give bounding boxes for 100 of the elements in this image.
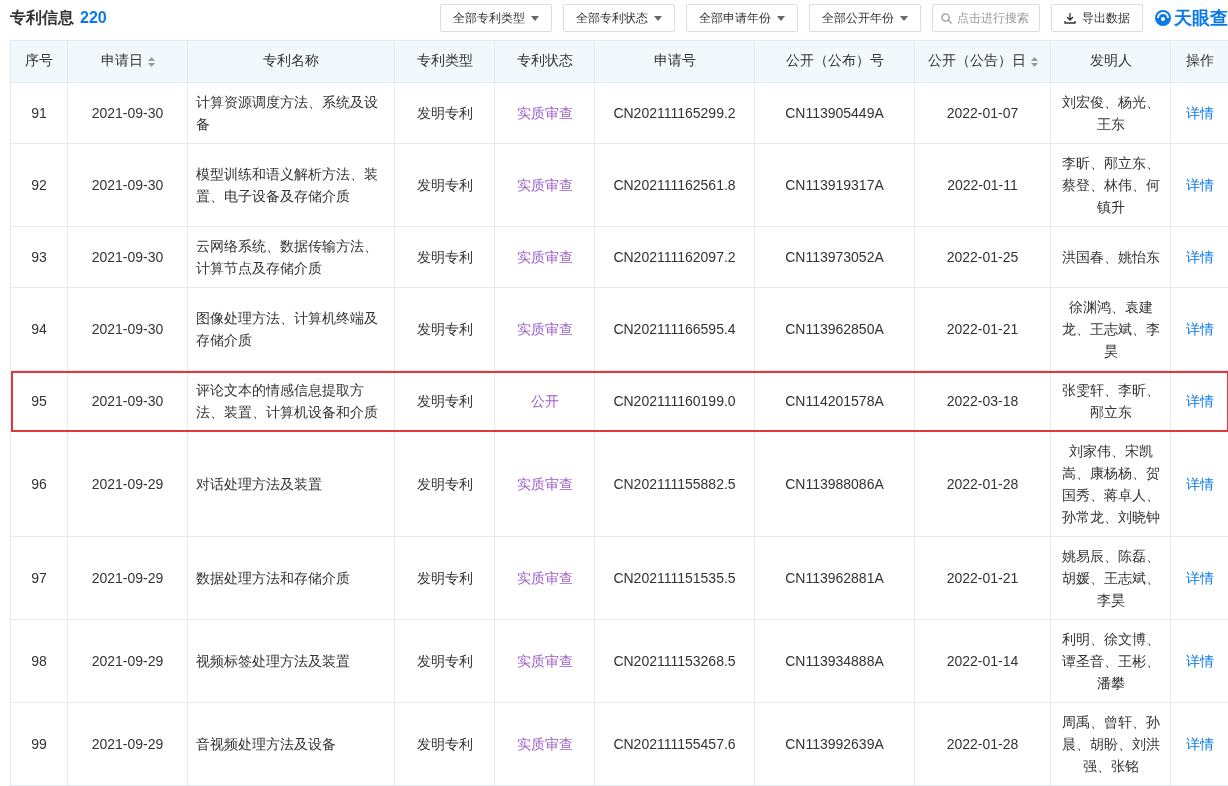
application-date: 2021-09-30: [91, 393, 164, 409]
application-number: CN202111166595.4: [613, 321, 736, 337]
publication-date: 2022-01-21: [946, 570, 1019, 586]
publication-number: CN113988086A: [785, 476, 884, 492]
publication-date: 2022-01-11: [947, 177, 1018, 193]
patent-status: 实质审查: [516, 105, 573, 121]
application-number: CN202111153268.5: [613, 653, 736, 669]
patent-status: 实质审查: [516, 736, 573, 752]
application-date: 2021-09-30: [91, 105, 164, 121]
application-date: 2021-09-30: [91, 321, 164, 337]
publication-number: CN113962850A: [785, 321, 884, 337]
publication-number: CN113905449A: [785, 105, 884, 121]
inventors: 刘家伟、宋凯嵩、康杨杨、贺国秀、蒋卓人、孙常龙、刘晓钟: [1061, 443, 1160, 525]
publication-date: 2022-01-07: [946, 105, 1019, 121]
details-link[interactable]: 详情: [1185, 105, 1214, 121]
row-number: 94: [31, 321, 47, 337]
patent-name: 评论文本的情感信息提取方法、装置、计算机设备和介质: [196, 382, 378, 420]
row-number: 97: [31, 570, 47, 586]
publication-number: CN113919317A: [785, 177, 884, 193]
details-link[interactable]: 详情: [1185, 249, 1214, 265]
patent-name: 对话处理方法及装置: [196, 476, 322, 492]
patent-type: 发明专利: [416, 249, 473, 265]
row-number: 98: [31, 653, 47, 669]
application-date: 2021-09-29: [91, 736, 164, 752]
filter-dropdown[interactable]: 全部公开年份: [809, 4, 921, 32]
details-link[interactable]: 详情: [1185, 393, 1214, 409]
publication-date: 2022-01-28: [946, 736, 1019, 752]
application-number: CN202111160199.0: [613, 393, 736, 409]
filter-dropdown[interactable]: 全部申请年份: [686, 4, 798, 32]
application-number: CN202111151535.5: [613, 570, 736, 586]
column-header: 发明人: [1050, 40, 1171, 83]
details-link[interactable]: 详情: [1185, 570, 1214, 586]
caret-icon: [654, 15, 662, 21]
publication-number: CN113992639A: [785, 736, 884, 752]
details-link[interactable]: 详情: [1185, 653, 1214, 669]
application-date: 2021-09-30: [91, 249, 164, 265]
patent-name: 数据处理方法和存储介质: [196, 570, 350, 586]
patent-name: 音视频处理方法及设备: [196, 736, 336, 752]
logo-text: 天眼查: [1174, 7, 1228, 30]
patent-type: 发明专利: [416, 736, 473, 752]
row-number: 96: [31, 476, 47, 492]
inventors: 姚易辰、陈磊、胡媛、王志斌、李昊: [1061, 548, 1160, 608]
patent-name: 计算资源调度方法、系统及设备: [196, 94, 378, 132]
application-date: 2021-09-29: [91, 570, 164, 586]
search-field[interactable]: 点击进行搜索: [932, 4, 1040, 32]
application-number: CN202111155882.5: [613, 476, 736, 492]
section-title: 专利信息: [10, 7, 74, 28]
patent-name: 图像处理方法、计算机终端及存储介质: [196, 310, 378, 348]
row-number: 91: [31, 105, 47, 121]
column-header[interactable]: 公开（公告）日: [914, 40, 1051, 83]
details-link[interactable]: 详情: [1185, 321, 1214, 337]
patent-status: 实质审查: [516, 177, 573, 193]
caret-icon: [531, 15, 539, 21]
inventors: 洪国春、姚怡东: [1061, 249, 1160, 265]
row-number: 95: [31, 393, 47, 409]
column-header: 公开（公布）号: [754, 40, 915, 83]
patent-name: 模型训练和语义解析方法、装置、电子设备及存储介质: [196, 166, 378, 204]
patent-status: 实质审查: [516, 321, 573, 337]
column-header: 专利名称: [187, 40, 395, 83]
patent-type: 发明专利: [416, 476, 473, 492]
row-number: 99: [31, 736, 47, 752]
details-link[interactable]: 详情: [1185, 476, 1214, 492]
application-number: CN202111165299.2: [613, 105, 736, 121]
patent-type: 发明专利: [416, 393, 473, 409]
patent-type: 发明专利: [416, 105, 473, 121]
inventors: 利明、徐文博、谭圣音、王彬、潘攀: [1061, 631, 1160, 691]
publication-date: 2022-01-14: [946, 653, 1019, 669]
column-header: 操作: [1170, 40, 1228, 83]
inventors: 李昕、邴立东、蔡登、林伟、何镇升: [1061, 155, 1160, 215]
sort-icon: [1030, 56, 1038, 67]
result-count: 220: [80, 8, 107, 27]
application-number: CN202111155457.6: [613, 736, 736, 752]
application-date: 2021-09-30: [91, 177, 164, 193]
export-button[interactable]: 导出数据: [1051, 4, 1143, 32]
publication-number: CN113934888A: [785, 653, 884, 669]
download-icon: [1064, 12, 1076, 24]
filter-dropdown[interactable]: 全部专利类型: [440, 4, 552, 32]
caret-icon: [900, 15, 908, 21]
publication-number: CN114201578A: [785, 393, 884, 409]
application-date: 2021-09-29: [91, 476, 164, 492]
logo-icon: [1154, 9, 1172, 27]
details-link[interactable]: 详情: [1185, 736, 1214, 752]
patent-name: 视频标签处理方法及装置: [196, 653, 350, 669]
patent-status: 实质审查: [516, 249, 573, 265]
patent-name: 云网络系统、数据传输方法、计算节点及存储介质: [196, 238, 378, 276]
details-link[interactable]: 详情: [1185, 177, 1214, 193]
column-header: 专利类型: [394, 40, 495, 83]
column-header: 申请号: [594, 40, 755, 83]
inventors: 徐渊鸿、袁建龙、王志斌、李昊: [1061, 299, 1160, 359]
publication-date: 2022-01-28: [946, 476, 1019, 492]
filter-dropdown[interactable]: 全部专利状态: [563, 4, 675, 32]
publication-number: CN113962881A: [785, 570, 884, 586]
patent-status: 实质审查: [516, 570, 573, 586]
search-icon: [941, 13, 952, 24]
inventors: 张雯轩、李昕、邴立东: [1061, 382, 1160, 420]
patent-status: 实质审查: [516, 653, 573, 669]
patent-status: 公开: [530, 393, 559, 409]
column-header[interactable]: 申请日: [67, 40, 188, 83]
patent-type: 发明专利: [416, 570, 473, 586]
inventors: 周禹、曾轩、孙晨、胡盼、刘洪强、张铭: [1061, 714, 1160, 774]
